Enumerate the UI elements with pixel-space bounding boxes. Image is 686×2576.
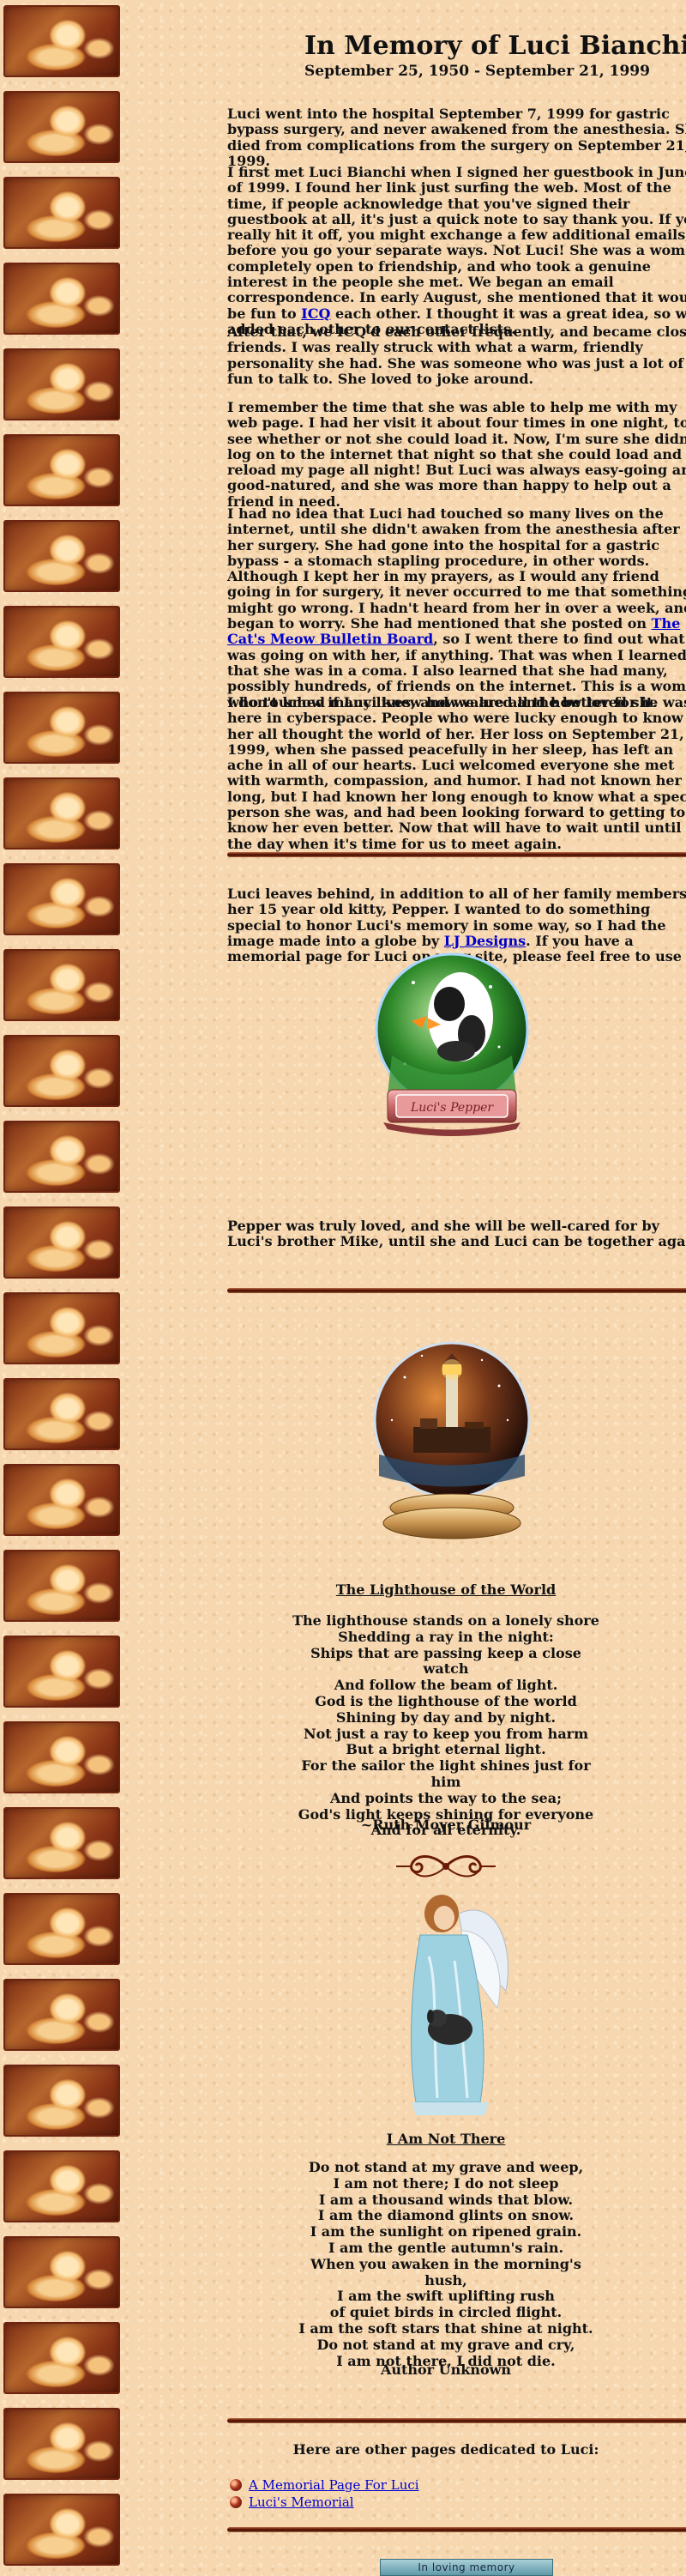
lucis-memorial-link[interactable]: Luci's Memorial bbox=[249, 2494, 354, 2510]
scroll-ornament-icon bbox=[396, 1855, 496, 1878]
page-title: In Memory of Luci Bianchi bbox=[304, 31, 686, 61]
poem-line: Shedding a ray in the night: bbox=[338, 1628, 554, 1645]
cherub-tile-image bbox=[3, 777, 120, 850]
poem-line: I am a thousand winds that blow. bbox=[318, 2191, 574, 2208]
paragraph-icq-friends: After that, we ICQ'd each other frequent… bbox=[227, 324, 686, 387]
poem-line: I am the swift uplifting rush bbox=[337, 2288, 555, 2305]
poem-line: God is the lighthouse of the world bbox=[315, 1692, 577, 1709]
poem-not-there-title: I Am Not There bbox=[386, 2131, 506, 2147]
life-dates: September 25, 1950 - September 21, 1999 bbox=[304, 63, 650, 80]
divider-rule bbox=[227, 2527, 686, 2532]
lighthouse-globe-image bbox=[373, 1341, 531, 1539]
paragraph-touched-lives: I had no idea that Luci had touched so m… bbox=[227, 505, 686, 711]
poem-line: I am the gentle autumn's rain. bbox=[328, 2239, 564, 2256]
cherub-tile-image bbox=[3, 5, 120, 77]
cherub-tile-image bbox=[3, 1721, 120, 1793]
cherub-tile-image bbox=[3, 1035, 120, 1107]
poem-line: Do not stand at my grave and weep, bbox=[308, 2159, 584, 2175]
other-pages-heading: Here are other pages dedicated to Luci: bbox=[292, 2441, 599, 2458]
cherub-tile-image bbox=[3, 949, 120, 1021]
poem-lighthouse-title: The Lighthouse of the World bbox=[335, 1581, 557, 1598]
paragraph-text: I don't know if Luci knew how valued and… bbox=[227, 694, 686, 852]
poem-lighthouse-body: The lighthouse stands on a lonely shore S… bbox=[292, 1612, 600, 1839]
divider-rule bbox=[227, 2418, 686, 2423]
poem-not-there-author: Author Unknown bbox=[380, 2361, 512, 2378]
cherub-tile-image bbox=[3, 692, 120, 764]
cherub-tile-image bbox=[3, 1636, 120, 1708]
paragraph-text: Luci went into the hospital September 7,… bbox=[227, 106, 686, 169]
cherub-tile-image bbox=[3, 1807, 120, 1879]
poem-line: The lighthouse stands on a lonely shore bbox=[292, 1612, 599, 1629]
poem-line: I am the soft stars that shine at night. bbox=[298, 2319, 593, 2337]
paragraph-pepper-loved: Pepper was truly loved, and she will be … bbox=[227, 1218, 686, 1250]
cherub-tile-image bbox=[3, 263, 120, 335]
poem-line: I am the diamond glints on snow. bbox=[317, 2207, 575, 2224]
cherub-tile-image bbox=[3, 1206, 120, 1279]
cherub-tile-image bbox=[3, 1292, 120, 1364]
cherub-tile-image bbox=[3, 2408, 120, 2480]
cherub-tile-image bbox=[3, 2494, 120, 2566]
paragraph-first-met: I first met Luci Bianchi when I signed h… bbox=[227, 164, 686, 337]
poem-line: But a bright eternal light. bbox=[346, 1741, 546, 1758]
list-item: A Memorial Page For Luci bbox=[230, 2477, 419, 2493]
left-border-strip bbox=[0, 0, 129, 2574]
cherub-tile-image bbox=[3, 2236, 120, 2308]
poem-not-there-body: Do not stand at my grave and weep, I am n… bbox=[292, 2159, 600, 2369]
paragraph-text: After that, we ICQ'd each other frequent… bbox=[227, 324, 686, 387]
poem-line: Shining by day and by night. bbox=[335, 1708, 557, 1726]
divider-rule bbox=[227, 852, 686, 857]
pepper-globe-caption: Luci's Pepper bbox=[410, 1101, 494, 1115]
angel-with-dog-image bbox=[411, 1895, 509, 2115]
cherub-tile-image bbox=[3, 2065, 120, 2137]
poem-line: of quiet birds in circled flight. bbox=[329, 2304, 563, 2321]
cherub-tile-image bbox=[3, 1464, 120, 1536]
cherub-tile-image bbox=[3, 177, 120, 249]
cherub-tile-image bbox=[3, 1121, 120, 1193]
poem-line: Do not stand at my grave and cry, bbox=[316, 2336, 575, 2353]
cherub-tile-image bbox=[3, 606, 120, 678]
poem-lighthouse-author: ~Ruth Moyer Gilmour bbox=[360, 1817, 532, 1833]
paragraph-web-page-help: I remember the time that she was able to… bbox=[227, 399, 686, 510]
list-item: Luci's Memorial bbox=[230, 2494, 354, 2510]
cherub-tile-image bbox=[3, 91, 120, 163]
cherub-tile-image bbox=[3, 2322, 120, 2394]
memorial-page-link[interactable]: A Memorial Page For Luci bbox=[249, 2477, 419, 2493]
bullet-ball-icon bbox=[230, 2479, 242, 2491]
cherub-tile-image bbox=[3, 1378, 120, 1450]
poem-line: And follow the beam of light. bbox=[334, 1677, 558, 1694]
cherub-tile-image bbox=[3, 520, 120, 592]
paragraph-cyberspace: I don't know if Luci knew how valued and… bbox=[227, 694, 686, 852]
divider-rule bbox=[227, 1288, 686, 1293]
cherub-tile-image bbox=[3, 1550, 120, 1622]
poem-line: Ships that are passing keep a close watc… bbox=[310, 1644, 581, 1678]
bullet-ball-icon bbox=[230, 2496, 242, 2508]
poem-line: When you awaken in the morning's hush, bbox=[310, 2255, 581, 2289]
cherub-tile-image bbox=[3, 348, 120, 420]
icq-link[interactable]: ICQ bbox=[301, 305, 330, 322]
pepper-globe-image: Luci's Pepper bbox=[375, 952, 529, 1136]
paragraph-text: I remember the time that she was able to… bbox=[227, 399, 686, 510]
cherub-tile-image bbox=[3, 1979, 120, 2051]
paragraph-text: Pepper was truly loved, and she will be … bbox=[227, 1218, 686, 1250]
poem-line: For the sailor the light shines just for… bbox=[301, 1757, 591, 1790]
cherub-tile-image bbox=[3, 2150, 120, 2222]
paragraph-text: I had no idea that Luci had touched so m… bbox=[227, 505, 686, 632]
paragraph-text: I first met Luci Bianchi when I signed h… bbox=[227, 164, 686, 322]
cherub-tile-image bbox=[3, 863, 120, 935]
poem-line: I am the sunlight on ripened grain. bbox=[310, 2223, 582, 2240]
poem-line: I am not there; I do not sleep bbox=[333, 2174, 559, 2192]
poem-line: And points the way to the sea; bbox=[330, 1789, 562, 1806]
poem-line: Not just a ray to keep you from harm bbox=[303, 1725, 589, 1742]
cherub-tile-image bbox=[3, 434, 120, 506]
cherub-tile-image bbox=[3, 1893, 120, 1965]
in-loving-memory-banner: In loving memory bbox=[380, 2559, 553, 2576]
paragraph-hospital: Luci went into the hospital September 7,… bbox=[227, 106, 686, 169]
